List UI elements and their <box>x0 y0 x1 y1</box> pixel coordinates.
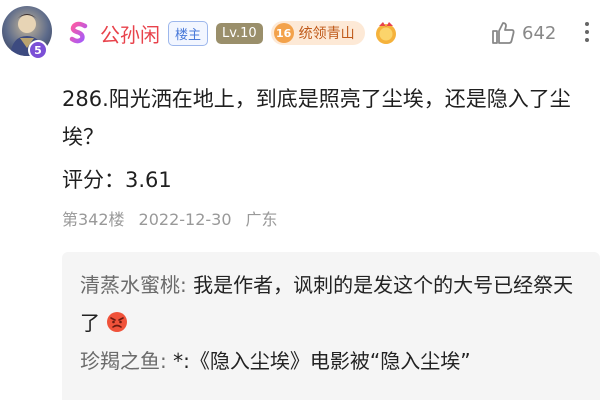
group-level: 16 <box>273 23 294 43</box>
post-meta: 第342楼 2022-12-30 广东 <box>62 208 278 232</box>
reply-text: *:《隐入尘埃》电影被“隐入尘埃” <box>173 349 471 373</box>
username[interactable]: 公孙闲 <box>100 19 160 48</box>
thumbs-up-icon <box>492 22 515 44</box>
score-value: 3.61 <box>125 168 172 192</box>
post-date: 2022-12-30 <box>138 210 232 229</box>
user-header: 公孙闲 楼主 Lv.10 16 统领青山 <box>66 18 399 48</box>
post-content: 286.阳光洒在地上，到底是照亮了尘埃，还是隐入了尘埃？ <box>62 87 571 149</box>
floor-number: 第342楼 <box>62 210 125 229</box>
host-tag: 楼主 <box>168 20 209 46</box>
group-name: 统领青山 <box>298 26 355 42</box>
post-score: 评分：3.61 <box>62 165 172 195</box>
avatar-level-badge: 5 <box>28 40 48 60</box>
post-location: 广东 <box>245 210 278 229</box>
group-tag[interactable]: 16 统领青山 <box>270 21 365 45</box>
level-tag: Lv.10 <box>216 22 263 44</box>
reply-item[interactable]: 珍羯之鱼: *:《隐入尘埃》电影被“隐入尘埃” <box>80 342 582 380</box>
reply-item[interactable]: 清蒸水蜜桃: 我是作者，讽刺的是发这个的大号已经祭天了 <box>80 266 582 342</box>
like-count: 642 <box>522 22 557 44</box>
angry-emoji-icon <box>107 312 128 332</box>
medal-icon[interactable] <box>373 20 399 46</box>
reply-author[interactable]: 清蒸水蜜桃 <box>80 273 180 297</box>
reply-list: 清蒸水蜜桃: 我是作者，讽刺的是发这个的大号已经祭天了 珍羯之鱼: *:《隐入尘… <box>62 252 600 400</box>
like-button[interactable]: 642 <box>490 20 556 46</box>
brand-s-icon <box>69 21 88 44</box>
score-label: 评分： <box>62 168 125 192</box>
reply-author[interactable]: 珍羯之鱼 <box>80 349 160 373</box>
more-options-icon[interactable] <box>582 18 592 48</box>
